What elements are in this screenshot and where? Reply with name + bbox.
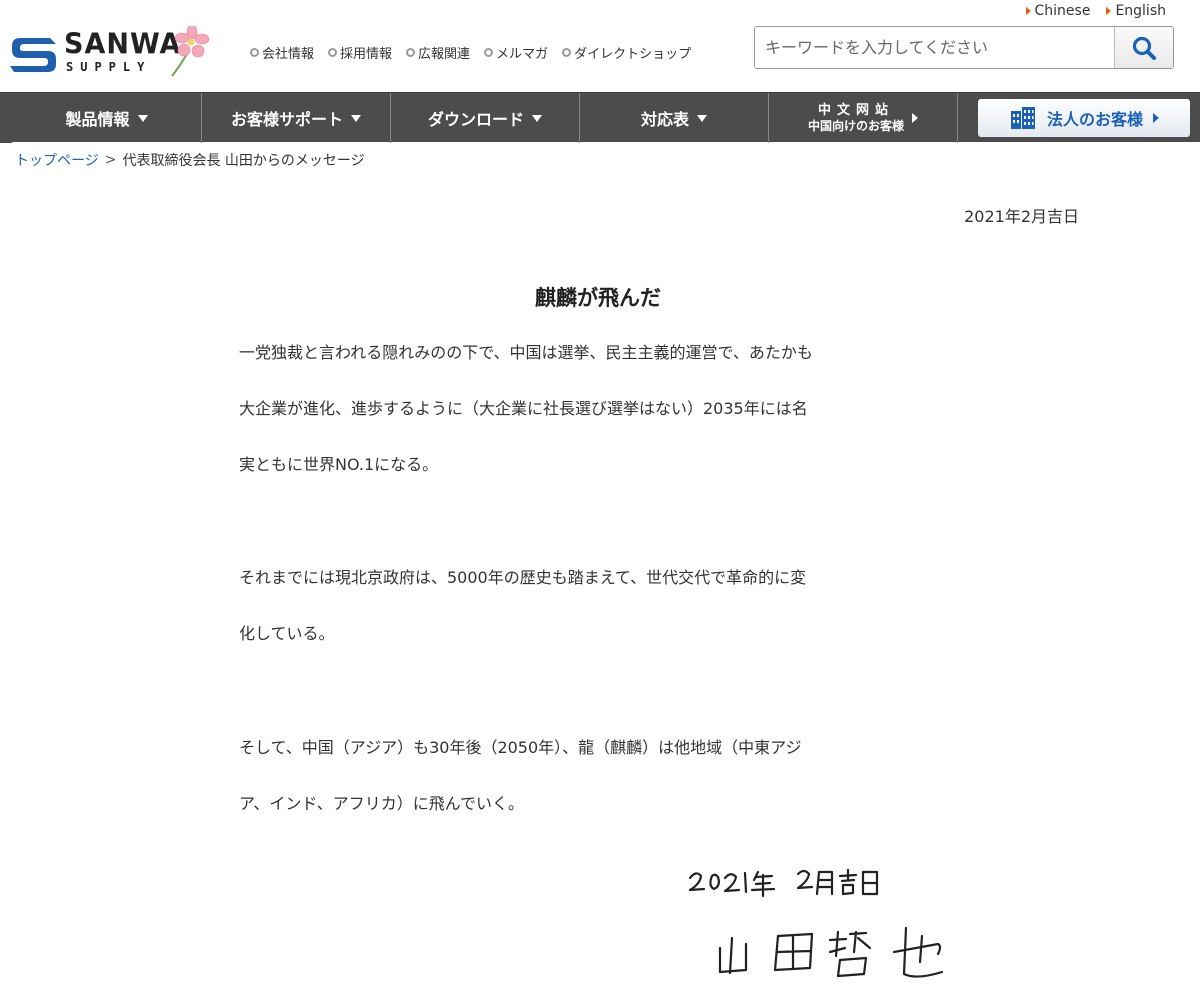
search-input[interactable] <box>755 27 1114 68</box>
breadcrumb-separator: > <box>104 152 117 168</box>
article-paragraph: そして、中国（アジア）も30年後（2050年）、龍（麒麟）は他地域（中東アジ ア… <box>239 720 959 832</box>
nav-item-products[interactable]: 製品情報 <box>0 93 202 143</box>
search-box <box>754 26 1174 69</box>
caret-down-icon <box>351 114 361 122</box>
paragraph-line: 実ともに世界NO.1になる。 <box>239 455 439 474</box>
top-link-company[interactable]: 会社情報 <box>250 43 314 62</box>
article-paragraph: 一党独裁と言われる隠れみのの下で、中国は選挙、民主主義的運営で、あたかも 大企業… <box>239 325 959 493</box>
caret-down-icon <box>532 114 542 122</box>
nav-item-compatibility[interactable]: 対応表 <box>580 93 769 143</box>
page: Chinese English SANWA SUPPLY 会社情報 採用情報 広… <box>0 0 1200 1005</box>
top-link-recruit[interactable]: 採用情報 <box>328 43 392 62</box>
top-link-pr[interactable]: 広報関連 <box>406 43 470 62</box>
paragraph-line: それまでには現北京政府は、5000年の歴史も踏まえて、世代交代で革命的に変 <box>239 568 807 587</box>
top-link-label: 採用情報 <box>340 47 393 62</box>
arrow-right-icon <box>1025 7 1031 15</box>
lang-link-label: English <box>1115 3 1166 19</box>
logo-subtext: SUPPLY <box>66 60 152 74</box>
nav-item-download[interactable]: ダウンロード <box>391 93 580 143</box>
circle-bullet-icon <box>562 48 572 57</box>
paragraph-line: 化している。 <box>239 624 335 643</box>
circle-bullet-icon <box>328 48 338 57</box>
paragraph-line: ア、インド、アフリカ）に飛んでいく。 <box>239 794 524 813</box>
lang-link-english[interactable]: English <box>1106 3 1166 19</box>
site-header: Chinese English SANWA SUPPLY 会社情報 採用情報 広… <box>0 0 1200 92</box>
top-link-label: 広報関連 <box>418 47 471 62</box>
caret-right-icon <box>1153 113 1159 123</box>
top-link-newsletter[interactable]: メルマガ <box>484 43 548 62</box>
flower-icon <box>171 26 210 77</box>
breadcrumb: トップページ > 代表取締役会長 山田からのメッセージ <box>15 150 365 170</box>
corporate-customers-button[interactable]: 法人のお客様 <box>978 99 1190 137</box>
nav-item-label: 製品情報 <box>65 110 130 129</box>
top-link-label: ダイレクトショップ <box>574 47 692 62</box>
breadcrumb-current: 代表取締役会長 山田からのメッセージ <box>122 153 365 169</box>
caret-right-icon <box>912 113 918 123</box>
sanwa-logo[interactable]: SANWA SUPPLY <box>10 26 210 82</box>
caret-down-icon <box>137 114 148 122</box>
handwritten-signature <box>688 868 944 978</box>
nav-item-label: 対応表 <box>640 110 689 129</box>
search-button[interactable] <box>1114 27 1173 68</box>
circle-bullet-icon <box>484 48 494 57</box>
lang-link-label: Chinese <box>1034 3 1091 19</box>
arrow-right-icon <box>1106 7 1112 15</box>
circle-bullet-icon <box>406 48 416 57</box>
top-link-direct-shop[interactable]: ダイレクトショップ <box>562 43 691 62</box>
language-links: Chinese English <box>1025 3 1166 19</box>
circle-bullet-icon <box>250 48 259 57</box>
top-links: 会社情報 採用情報 広報関連 メルマガ ダイレクトショップ <box>250 43 691 62</box>
building-icon <box>1010 107 1035 129</box>
caret-down-icon <box>697 114 707 122</box>
lang-link-chinese[interactable]: Chinese <box>1025 3 1091 19</box>
corporate-customers-label: 法人のお客様 <box>1046 110 1143 129</box>
paragraph-line: 一党独裁と言われる隠れみのの下で、中国は選挙、民主主義的運営で、あたかも <box>239 343 813 362</box>
main-nav: 製品情報 お客様サポート ダウンロード 対応表 中文网站 中国向けのお客様 法人… <box>0 92 1200 143</box>
nav-item-label: ダウンロード <box>427 110 524 129</box>
breadcrumb-home-link[interactable]: トップページ <box>15 150 99 170</box>
article-date: 2021年2月吉日 <box>964 207 1079 226</box>
top-link-label: 会社情報 <box>262 47 315 62</box>
paragraph-line: 大企業が進化、進歩するように（大企業に社長選び選挙はない）2035年には名 <box>239 399 808 418</box>
logo-wordmark: SANWA <box>64 28 182 61</box>
paragraph-line: そして、中国（アジア）も30年後（2050年）、龍（麒麟）は他地域（中東アジ <box>239 738 802 757</box>
nav-chinese-wrap: 中文网站 中国向けのお客様 <box>808 103 918 134</box>
article-paragraph: それまでには現北京政府は、5000年の歴史も踏まえて、世代交代で革命的に変 化し… <box>239 550 959 662</box>
search-icon <box>1132 36 1156 60</box>
nav-item-support[interactable]: お客様サポート <box>202 93 391 143</box>
nav-chinese-text: 中文网站 中国向けのお客様 <box>808 103 904 134</box>
nav-item-chinese-site[interactable]: 中文网站 中国向けのお客様 <box>769 93 958 143</box>
nav-item-label: お客様サポート <box>230 110 343 129</box>
sanwa-s-mark-icon <box>10 38 56 72</box>
nav-chinese-bottom: 中国向けのお客様 <box>807 118 904 133</box>
nav-chinese-top: 中文网站 <box>817 102 894 118</box>
article-title: 麒麟が飛んだ <box>535 286 661 310</box>
top-link-label: メルマガ <box>496 47 549 62</box>
